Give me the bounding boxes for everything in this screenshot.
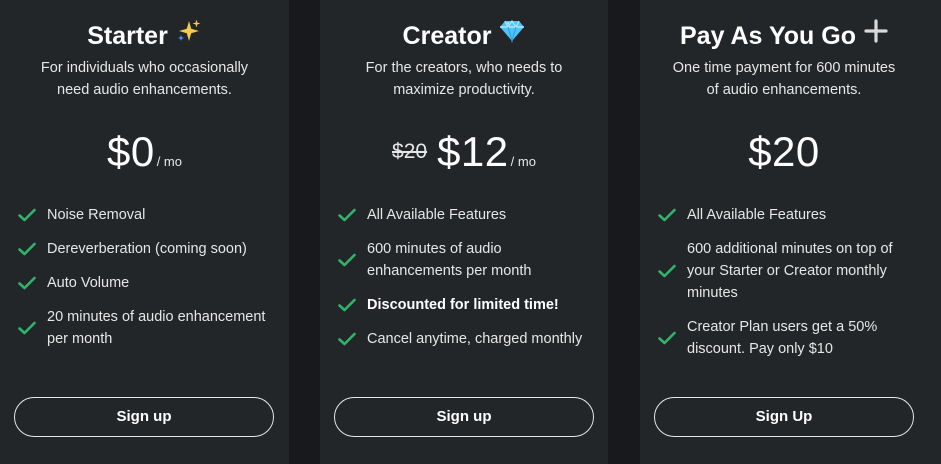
plan-price: $20 $12/ mo (320, 128, 608, 176)
feature-line: 20 minutes of audio enhancement (47, 309, 266, 325)
check-icon (18, 321, 36, 335)
feature-line: Auto Volume (47, 275, 130, 291)
plan-price: $0/ mo (0, 128, 289, 176)
price-period: / mo (510, 154, 536, 169)
original-price: $20 (392, 140, 428, 163)
feature-line: discount. Pay only $10 (687, 341, 833, 357)
feature-item: 20 minutes of audio enhancement per month (18, 306, 277, 350)
check-icon (338, 298, 356, 312)
check-icon (18, 242, 36, 256)
plan-description-line: For individuals who occasionally (40, 60, 249, 76)
feature-line: All Available Features (367, 207, 507, 223)
feature-item: Creator Plan users get a 50% discount. Pa… (658, 316, 929, 360)
plan-title: Creator (320, 20, 608, 53)
feature-item: All Available Features (658, 204, 929, 226)
sign-up-button[interactable]: Sign up (14, 397, 274, 437)
plan-description-line: maximize productivity. (393, 82, 535, 98)
plan-title-text: Pay As You Go (680, 22, 856, 50)
check-icon (338, 253, 356, 267)
feature-line: 600 additional minutes on top of (687, 241, 893, 257)
plan-description-line: need audio enhancements. (57, 82, 232, 98)
price-period: / mo (156, 154, 182, 169)
feature-item: Dereverberation (coming soon) (18, 238, 277, 260)
plan-price: $20 (640, 128, 928, 176)
feature-line: per month (47, 331, 113, 347)
plan-card-pay-as-you-go: Pay As You Go One time payment for 600 m… (640, 0, 941, 464)
plan-title: Starter (0, 18, 289, 54)
gem-icon (499, 19, 525, 51)
plan-description: One time payment for 600 minutes of audi… (640, 57, 928, 101)
pricing-section: Starter For individuals who occasionally… (0, 0, 941, 464)
feature-item: Discounted for limited time! (338, 294, 596, 316)
check-icon (658, 331, 676, 345)
check-icon (338, 332, 356, 346)
feature-item: 600 minutes of audio enhancements per mon… (338, 238, 596, 282)
feature-text: Discounted for limited time! (367, 294, 559, 316)
sign-up-button[interactable]: Sign Up (654, 397, 914, 437)
check-icon (658, 208, 676, 222)
sign-up-button[interactable]: Sign up (334, 397, 594, 437)
feature-list: All Available Features 600 additional mi… (658, 204, 929, 372)
feature-line: your Starter or Creator monthly (687, 263, 887, 279)
feature-line: minutes (687, 285, 738, 301)
plan-title-text: Starter (87, 22, 168, 50)
feature-line: 600 minutes of audio (367, 241, 502, 257)
feature-text: 600 minutes of audio enhancements per mon… (367, 238, 531, 282)
check-icon (338, 208, 356, 222)
plan-description-line: For the creators, who needs to (365, 60, 563, 76)
plan-card-creator: Creator For the creators, who needs to m… (320, 0, 608, 464)
feature-line: All Available Features (687, 207, 827, 223)
feature-text: Auto Volume (47, 272, 129, 294)
plan-title: Pay As You Go (640, 19, 928, 53)
feature-text: Cancel anytime, charged monthly (367, 328, 582, 350)
feature-text: All Available Features (367, 204, 506, 226)
feature-item: 600 additional minutes on top of your Sta… (658, 238, 929, 304)
sparkles-icon (176, 18, 202, 52)
feature-text: All Available Features (687, 204, 826, 226)
feature-item: Auto Volume (18, 272, 277, 294)
feature-line: Dereverberation (coming soon) (47, 241, 247, 257)
price-amount: $0 (106, 128, 155, 175)
feature-item: Noise Removal (18, 204, 277, 226)
price-amount: $20 (748, 128, 820, 175)
price-amount: $12 (437, 128, 509, 175)
plan-description-line: of audio enhancements. (706, 82, 862, 98)
feature-text: 20 minutes of audio enhancement per month (47, 306, 265, 350)
feature-item: Cancel anytime, charged monthly (338, 328, 596, 350)
feature-line: Noise Removal (47, 207, 146, 223)
plan-description-line: One time payment for 600 minutes (672, 60, 896, 76)
check-icon (18, 276, 36, 290)
plus-icon (864, 19, 888, 51)
feature-line: enhancements per month (367, 263, 532, 279)
feature-text: Dereverberation (coming soon) (47, 238, 247, 260)
feature-text: Noise Removal (47, 204, 145, 226)
plan-description: For the creators, who needs to maximize … (320, 57, 608, 101)
plan-title-text: Creator (402, 22, 492, 50)
feature-list: All Available Features 600 minutes of au… (338, 204, 596, 362)
feature-line: Creator Plan users get a 50% (687, 319, 878, 335)
check-icon (18, 208, 36, 222)
feature-line: Discounted for limited time! (367, 297, 559, 313)
feature-line: Cancel anytime, charged monthly (367, 331, 583, 347)
plan-description: For individuals who occasionally need au… (0, 57, 289, 101)
feature-text: Creator Plan users get a 50% discount. Pa… (687, 316, 877, 360)
plan-card-starter: Starter For individuals who occasionally… (0, 0, 289, 464)
feature-item: All Available Features (338, 204, 596, 226)
feature-list: Noise Removal Dereverberation (coming so… (18, 204, 277, 362)
feature-text: 600 additional minutes on top of your Sta… (687, 238, 893, 304)
check-icon (658, 264, 676, 278)
